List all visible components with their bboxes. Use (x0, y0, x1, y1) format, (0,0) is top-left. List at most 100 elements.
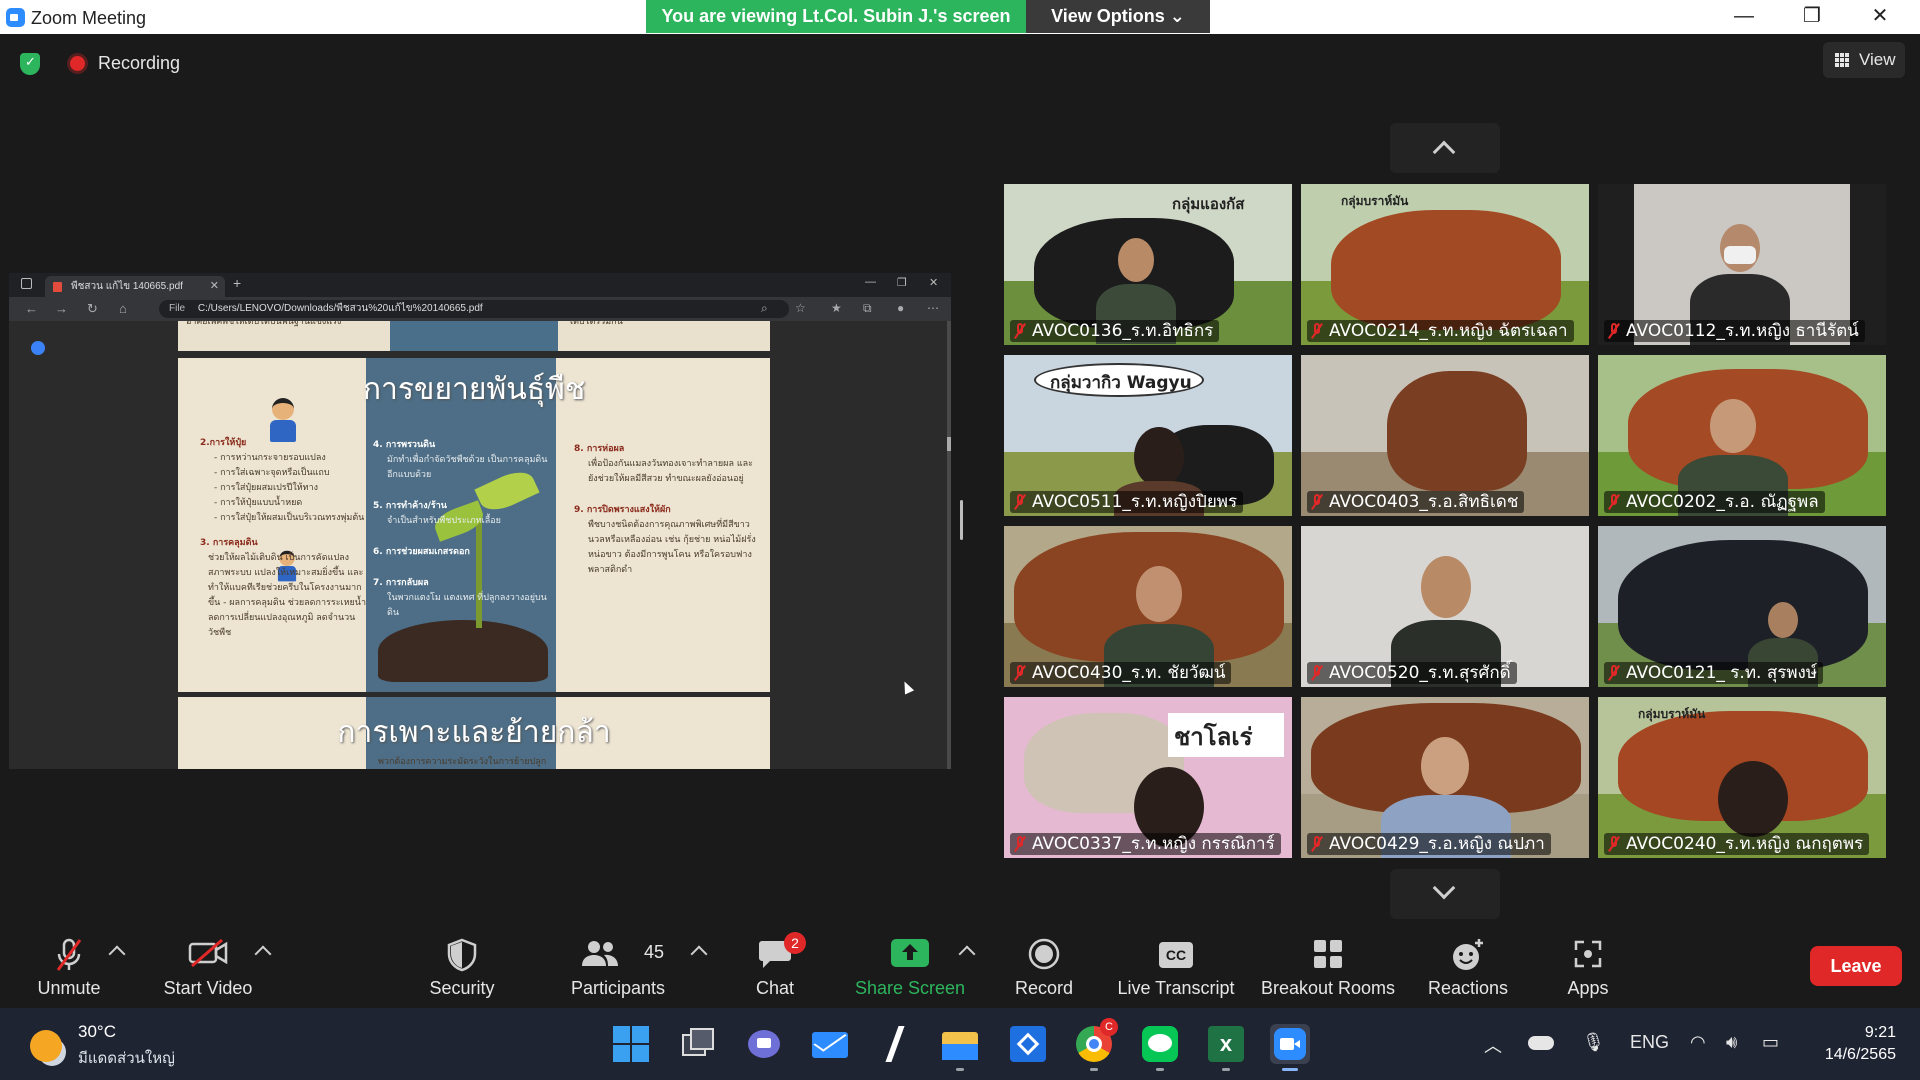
section-heading: 5. การทำค้าง/ร้าน (373, 501, 447, 511)
security-button[interactable]: Security (414, 920, 510, 1008)
participant-tile[interactable]: AVOC0121_ ร.ท. สุรพงษ์ (1598, 526, 1886, 687)
prev-page-left-text: อาศัยเพศพืชให้เติบโตบนพื้นฐานแข็งแรง (186, 321, 342, 327)
home-icon[interactable]: ⌂ (119, 301, 127, 316)
share-screen-button[interactable]: Share Screen (850, 920, 970, 1008)
encryption-shield-icon[interactable] (20, 53, 40, 75)
reload-icon[interactable]: ↻ (87, 301, 98, 317)
mouse-cursor-icon (899, 679, 915, 695)
battery-icon[interactable]: ▭ (1762, 1032, 1779, 1053)
share-screen-label: Share Screen (854, 978, 966, 998)
pdf-sidebar-icon[interactable] (31, 341, 45, 355)
restore-button[interactable]: ❐ (1778, 0, 1846, 34)
record-button[interactable]: Record (1000, 920, 1088, 1008)
weather-sunny-icon[interactable] (30, 1030, 62, 1062)
profile-icon[interactable]: ● (897, 301, 904, 315)
browser-restore-icon[interactable]: ❐ (897, 276, 907, 289)
participant-tile[interactable]: AVOC0202_ร.อ. ณัฏฐพล (1598, 355, 1886, 516)
section-heading: 9. การปิดพรางแสงให้ผัก (574, 505, 671, 515)
browser-minimize-icon[interactable]: — (865, 276, 876, 288)
slide-col2: 4. การพรวนดิน มักทำเพื่อกำจัดวัชพืชด้วย … (373, 438, 553, 621)
mail-icon[interactable] (810, 1024, 850, 1064)
section-text: จำเป็นสำหรับพืชประเภทเลื้อย (387, 516, 501, 526)
gallery-page-up-button[interactable] (1390, 123, 1500, 173)
participant-name: AVOC0429_ร.อ.หญิง ณปภา (1307, 833, 1551, 855)
live-transcript-button[interactable]: CC Live Transcript (1112, 920, 1240, 1008)
gallery-page-down-button[interactable] (1390, 869, 1500, 919)
task-view-icon[interactable] (678, 1024, 718, 1064)
participant-tile[interactable]: กลุ่มบราห์มัน AVOC0240_ร.ท.หญิง ณกฤตพร (1598, 697, 1886, 858)
back-icon[interactable]: ← (25, 301, 38, 316)
view-splitter-handle[interactable] (960, 500, 963, 540)
line-app-icon[interactable] (1140, 1024, 1180, 1071)
browser-tab-bar: พืชสวน แก้ไข 140665.pdf ✕ + — ❐ ✕ (9, 273, 951, 297)
section-text: ช่วยให้ผลไม้เติบดิน เป็นการคัดแปลง สภาพร… (208, 553, 367, 638)
live-transcript-label: Live Transcript (1117, 978, 1235, 998)
favorites-bar-icon[interactable]: ★ (831, 301, 842, 315)
tab-close-icon[interactable]: ✕ (210, 276, 219, 297)
participants-button[interactable]: 45 Participants (562, 920, 674, 1008)
system-clock[interactable]: 9:21 14/6/2565 (1816, 1022, 1896, 1066)
participant-tile[interactable]: AVOC0403_ร.อ.สิทธิเดช (1301, 355, 1589, 516)
zoom-taskbar-icon[interactable] (1270, 1024, 1310, 1071)
wifi-icon[interactable]: ◠ (1690, 1032, 1706, 1053)
start-video-button[interactable]: Start Video (152, 920, 264, 1008)
muted-mic-icon (1014, 665, 1026, 681)
video-off-icon (188, 938, 228, 968)
participant-tile[interactable]: กลุ่มบราห์มัน AVOC0214_ร.ท.หญิง ฉัตรเฉลา (1301, 184, 1589, 345)
tab-actions-icon[interactable] (21, 278, 32, 289)
section-heading: 2.การให้ปุ๋ย (200, 438, 247, 448)
participant-tile[interactable]: กลุ่มวากิว Wagyu AVOC0511_ร.ท.หญิงปิยพร (1004, 355, 1292, 516)
pdf-file-icon (53, 282, 62, 292)
participant-tile[interactable]: AVOC0520_ร.ท.สุรศักดิ์ (1301, 526, 1589, 687)
participant-tile[interactable]: กลุ่มแองกัส AVOC0136_ร.ท.อิทธิกร (1004, 184, 1292, 345)
apps-button[interactable]: Apps (1546, 920, 1630, 1008)
browser-tab-pdf[interactable]: พืชสวน แก้ไข 140665.pdf ✕ (45, 276, 225, 297)
participant-name: AVOC0240_ร.ท.หญิง ณกฤตพร (1604, 833, 1870, 855)
address-field[interactable]: File C:/Users/LENOVO/Downloads/พืชสวน%20… (159, 300, 789, 318)
forward-icon[interactable]: → (55, 301, 68, 316)
browser-address-bar: ← → ↻ ⌂ File C:/Users/LENOVO/Downloads/พ… (9, 297, 951, 321)
excel-icon[interactable]: x (1206, 1024, 1246, 1071)
more-icon[interactable]: ⋯ (927, 301, 939, 315)
reactions-button[interactable]: Reactions (1420, 920, 1516, 1008)
start-video-label: Start Video (163, 978, 253, 998)
participant-tile[interactable]: AVOC0112_ร.ท.หญิง ธานีรัตน์ (1598, 184, 1886, 345)
minimize-button[interactable]: — (1710, 0, 1778, 34)
leave-button[interactable]: Leave (1810, 946, 1902, 986)
new-tab-icon[interactable]: + (233, 275, 241, 291)
participant-tile[interactable]: AVOC0430_ร.ท. ชัยวัฒน์ (1004, 526, 1292, 687)
chat-unread-badge: 2 (784, 932, 806, 954)
chrome-badge: C (1100, 1018, 1118, 1036)
browser-close-icon[interactable]: ✕ (929, 276, 938, 289)
participants-options-caret-icon[interactable] (690, 945, 708, 963)
close-button[interactable]: ✕ (1846, 0, 1914, 34)
participant-name: AVOC0337_ร.ท.หญิง กรรณิการ์ (1010, 833, 1281, 855)
zoom-icon[interactable]: ⌕ (761, 301, 768, 316)
collections-icon[interactable]: ⧉ (863, 301, 872, 316)
section-heading: 3. การคลุมดิน (200, 538, 258, 548)
participant-tile[interactable]: ชาโลเร่ AVOC0337_ร.ท.หญิง กรรณิการ์ (1004, 697, 1292, 858)
view-label: View (1859, 50, 1896, 69)
onedrive-cloud-icon[interactable] (1528, 1036, 1554, 1050)
section-text: มักทำเพื่อกำจัดวัชพืชด้วย เป็นการคลุมดิน… (387, 455, 548, 480)
language-indicator[interactable]: ENG (1630, 1032, 1669, 1053)
gallery-view-button[interactable]: View (1823, 42, 1905, 78)
record-label: Record (1014, 978, 1074, 998)
chrome-icon[interactable]: C (1074, 1018, 1118, 1071)
weather-temperature: 30°C (78, 1022, 116, 1041)
view-options-button[interactable]: View Options ⌄ (1026, 0, 1210, 33)
chat-button[interactable]: 2 Chat (730, 920, 820, 1008)
microphone-tray-icon[interactable]: 🎙︎ (1582, 1032, 1605, 1053)
file-explorer-icon[interactable] (940, 1024, 980, 1071)
volume-icon[interactable]: 🔊︎ (1726, 1032, 1737, 1053)
breakout-rooms-button[interactable]: Breakout Rooms (1256, 920, 1400, 1008)
start-button[interactable] (611, 1024, 651, 1064)
dropbox-icon[interactable] (1008, 1024, 1048, 1064)
favorite-icon[interactable]: ☆ (795, 301, 806, 315)
teams-chat-icon[interactable] (744, 1024, 784, 1064)
unmute-button[interactable]: Unmute (20, 920, 118, 1008)
app-lightning-icon[interactable] (876, 1024, 916, 1064)
participant-tile[interactable]: AVOC0429_ร.อ.หญิง ณปภา (1301, 697, 1589, 858)
tray-overflow-chevron-icon[interactable]: ︿ (1484, 1032, 1502, 1058)
pdf-scrollbar[interactable] (947, 321, 951, 769)
